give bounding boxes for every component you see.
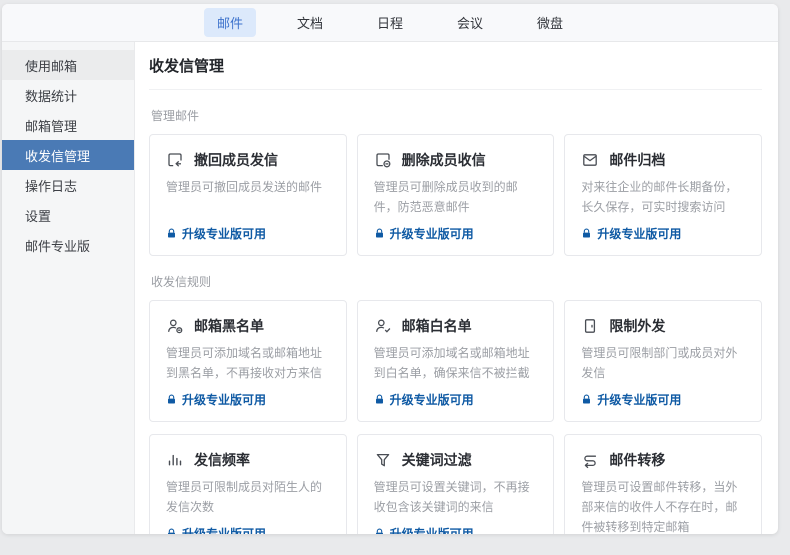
lock-icon (166, 228, 177, 239)
upgrade-pro-link[interactable]: 升级专业版可用 (581, 225, 745, 242)
upgrade-pro-link[interactable]: 升级专业版可用 (374, 225, 538, 242)
card-description: 管理员可添加域名或邮箱地址到白名单，确保来信不被拦截 (374, 344, 538, 384)
lock-icon (581, 228, 592, 239)
tab-meeting[interactable]: 会议 (444, 8, 496, 37)
upgrade-pro-link[interactable]: 升级专业版可用 (374, 391, 538, 408)
lock-icon (166, 528, 177, 534)
sidebar-item-settings[interactable]: 设置 (2, 200, 134, 230)
sidebar-item-send-receive-management[interactable]: 收发信管理 (2, 140, 134, 170)
keyword-filter-icon (374, 451, 392, 469)
page-title: 收发信管理 (149, 55, 762, 90)
send-frequency-icon (166, 451, 184, 469)
card-description: 管理员可撤回成员发送的邮件 (166, 178, 330, 198)
card-description: 管理员可设置邮件转移，当外部来信的收件人不存在时，邮件被转移到特定邮箱 (581, 478, 745, 534)
card-title: 关键词过滤 (402, 450, 472, 470)
card-title: 撤回成员发信 (194, 150, 278, 170)
sidebar-item-mailbox-management[interactable]: 邮箱管理 (2, 110, 134, 140)
tab-mail[interactable]: 邮件 (204, 8, 256, 37)
sidebar: 使用邮箱 数据统计 邮箱管理 收发信管理 操作日志 设置 邮件专业版 (2, 42, 135, 534)
lock-icon (374, 394, 385, 405)
upgrade-pro-link[interactable]: 升级专业版可用 (166, 391, 330, 408)
card-description: 管理员可限制成员对陌生人的发信次数 (166, 478, 330, 518)
main-content: 收发信管理 管理邮件 撤回成员发信 管理员可撤回成员发送的邮件 (135, 42, 778, 534)
card-recall-sent-mail[interactable]: 撤回成员发信 管理员可撤回成员发送的邮件 升级专业版可用 (149, 134, 347, 256)
upgrade-pro-link[interactable]: 升级专业版可用 (166, 225, 330, 242)
tab-drive[interactable]: 微盘 (524, 8, 576, 37)
whitelist-user-icon (374, 317, 392, 335)
tab-calendar[interactable]: 日程 (364, 8, 416, 37)
upgrade-pro-link[interactable]: 升级专业版可用 (581, 391, 745, 408)
card-mail-archive[interactable]: 邮件归档 对来往企业的邮件长期备份，长久保存，可实时搜索访问 升级专业版可用 (564, 134, 762, 256)
card-description: 管理员可删除成员收到的邮件，防范恶意邮件 (374, 178, 538, 218)
card-title: 邮件转移 (609, 450, 665, 470)
lock-icon (581, 394, 592, 405)
top-nav: 邮件 文档 日程 会议 微盘 (2, 4, 778, 42)
recall-mail-icon (166, 151, 184, 169)
archive-mail-icon (581, 151, 599, 169)
card-restrict-outgoing[interactable]: 限制外发 管理员可限制部门或成员对外发信 升级专业版可用 (564, 300, 762, 422)
sidebar-item-use-mailbox[interactable]: 使用邮箱 (2, 50, 134, 80)
card-title: 限制外发 (609, 316, 665, 336)
section-label-manage-mail: 管理邮件 (151, 107, 762, 124)
restrict-outgoing-icon (581, 317, 599, 335)
lock-icon (374, 528, 385, 534)
mail-transfer-icon (581, 451, 599, 469)
card-send-frequency[interactable]: 发信频率 管理员可限制成员对陌生人的发信次数 升级专业版可用 (149, 434, 347, 534)
card-keyword-filter[interactable]: 关键词过滤 管理员可设置关键词，不再接收包含该关键词的来信 升级专业版可用 (357, 434, 555, 534)
manage-mail-cards: 撤回成员发信 管理员可撤回成员发送的邮件 升级专业版可用 (149, 134, 762, 256)
card-delete-received-mail[interactable]: 删除成员收信 管理员可删除成员收到的邮件，防范恶意邮件 升级专业版可用 (357, 134, 555, 256)
card-title: 邮件归档 (609, 150, 665, 170)
sidebar-item-statistics[interactable]: 数据统计 (2, 80, 134, 110)
tab-docs[interactable]: 文档 (284, 8, 336, 37)
sidebar-item-mail-pro[interactable]: 邮件专业版 (2, 230, 134, 260)
send-receive-rule-cards: 邮箱黑名单 管理员可添加域名或邮箱地址到黑名单，不再接收对方来信 升级专业版可用 (149, 300, 762, 534)
lock-icon (374, 228, 385, 239)
upgrade-pro-link[interactable]: 升级专业版可用 (374, 525, 538, 534)
card-description: 管理员可添加域名或邮箱地址到黑名单，不再接收对方来信 (166, 344, 330, 384)
card-title: 删除成员收信 (402, 150, 486, 170)
admin-window: 邮件 文档 日程 会议 微盘 使用邮箱 数据统计 邮箱管理 收发信管理 操作日志… (2, 4, 778, 534)
card-description: 管理员可限制部门或成员对外发信 (581, 344, 745, 384)
card-blacklist[interactable]: 邮箱黑名单 管理员可添加域名或邮箱地址到黑名单，不再接收对方来信 升级专业版可用 (149, 300, 347, 422)
card-title: 邮箱白名单 (402, 316, 472, 336)
card-description: 管理员可设置关键词，不再接收包含该关键词的来信 (374, 478, 538, 518)
sidebar-item-operation-log[interactable]: 操作日志 (2, 170, 134, 200)
card-mail-transfer[interactable]: 邮件转移 管理员可设置邮件转移，当外部来信的收件人不存在时，邮件被转移到特定邮箱… (564, 434, 762, 534)
card-description: 对来往企业的邮件长期备份，长久保存，可实时搜索访问 (581, 178, 745, 218)
blacklist-user-icon (166, 317, 184, 335)
card-whitelist[interactable]: 邮箱白名单 管理员可添加域名或邮箱地址到白名单，确保来信不被拦截 升级专业版可用 (357, 300, 555, 422)
lock-icon (166, 394, 177, 405)
delete-mail-icon (374, 151, 392, 169)
upgrade-pro-link[interactable]: 升级专业版可用 (166, 525, 330, 534)
card-title: 发信频率 (194, 450, 250, 470)
card-title: 邮箱黑名单 (194, 316, 264, 336)
section-label-send-receive-rules: 收发信规则 (151, 273, 762, 290)
